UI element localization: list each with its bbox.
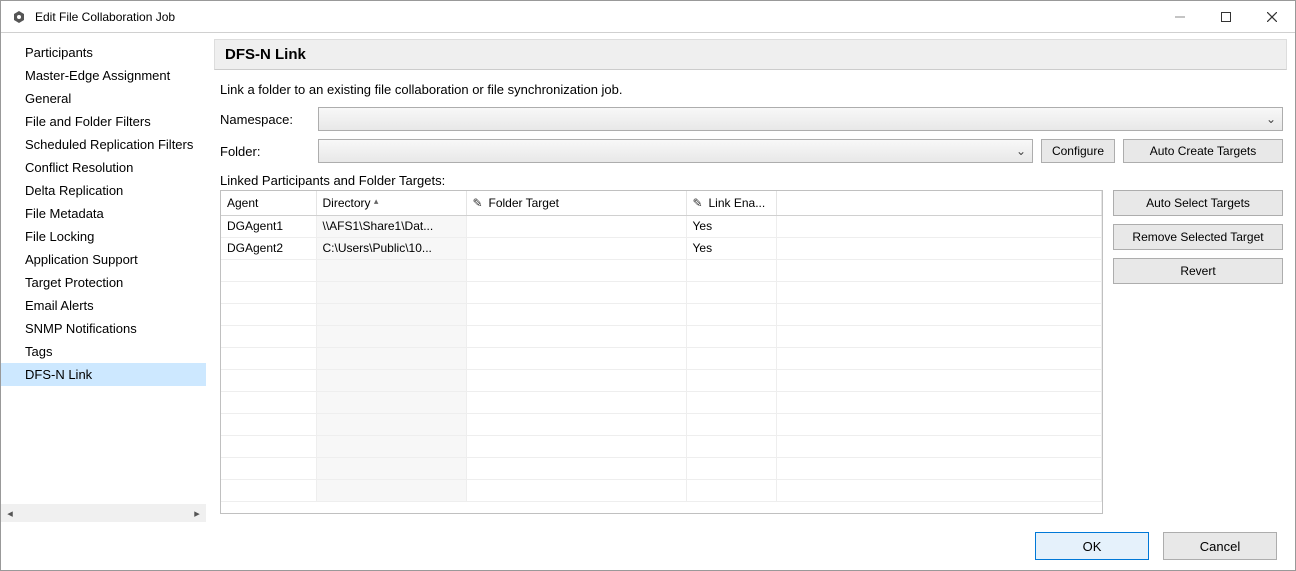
side-buttons: Auto Select Targets Remove Selected Targ… (1113, 190, 1283, 514)
sidebar-scrollbar[interactable]: ◂ ▸ (1, 504, 206, 522)
table-row-empty (221, 281, 1102, 303)
cancel-button[interactable]: Cancel (1163, 532, 1277, 560)
sidebar-item-snmp-notifications[interactable]: SNMP Notifications (1, 317, 206, 340)
auto-create-targets-button[interactable]: Auto Create Targets (1123, 139, 1283, 163)
sidebar-item-email-alerts[interactable]: Email Alerts (1, 294, 206, 317)
sidebar-item-dfs-n-link[interactable]: DFS-N Link (1, 363, 206, 386)
table-row-empty (221, 457, 1102, 479)
configure-button[interactable]: Configure (1041, 139, 1115, 163)
dialog-window: Edit File Collaboration Job Participants… (0, 0, 1296, 571)
close-button[interactable] (1249, 1, 1295, 32)
titlebar: Edit File Collaboration Job (1, 1, 1295, 33)
cell-agent: DGAgent2 (221, 237, 316, 259)
table-row-empty (221, 347, 1102, 369)
window-title: Edit File Collaboration Job (35, 10, 1157, 24)
linked-participants-label: Linked Participants and Folder Targets: (220, 173, 1283, 188)
cell-folder-target[interactable] (466, 237, 686, 259)
cell-link-enabled[interactable]: Yes (686, 237, 776, 259)
instruction-text: Link a folder to an existing file collab… (220, 82, 1283, 97)
table-row-empty (221, 259, 1102, 281)
cell-directory: C:\Users\Public\10... (316, 237, 466, 259)
dialog-footer: OK Cancel (1, 522, 1295, 570)
col-folder-target[interactable]: ✎Folder Target (466, 191, 686, 215)
pencil-icon: ✎ (473, 196, 485, 210)
col-agent[interactable]: Agent (221, 191, 316, 215)
auto-select-targets-button[interactable]: Auto Select Targets (1113, 190, 1283, 216)
table-row-empty (221, 435, 1102, 457)
window-controls (1157, 1, 1295, 32)
participants-table: Agent Directory ▴ ✎Folder Target ✎Link E… (220, 190, 1103, 514)
sidebar-item-file-locking[interactable]: File Locking (1, 225, 206, 248)
table-row-empty (221, 369, 1102, 391)
sidebar-item-application-support[interactable]: Application Support (1, 248, 206, 271)
col-blank (776, 191, 1102, 215)
table-row[interactable]: DGAgent2 C:\Users\Public\10... Yes (221, 237, 1102, 259)
table-row-empty (221, 479, 1102, 501)
sidebar-item-master-edge-assignment[interactable]: Master-Edge Assignment (1, 64, 206, 87)
page-title: DFS-N Link (225, 46, 1276, 63)
cell-directory: \\AFS1\Share1\Dat... (316, 215, 466, 237)
cell-folder-target[interactable] (466, 215, 686, 237)
namespace-label: Namespace: (220, 112, 310, 127)
scroll-left-icon[interactable]: ◂ (1, 507, 19, 520)
remove-selected-target-button[interactable]: Remove Selected Target (1113, 224, 1283, 250)
table-row-empty (221, 391, 1102, 413)
col-directory[interactable]: Directory ▴ (316, 191, 466, 215)
sidebar-item-conflict-resolution[interactable]: Conflict Resolution (1, 156, 206, 179)
ok-button[interactable]: OK (1035, 532, 1149, 560)
content-header: DFS-N Link (214, 39, 1287, 70)
pencil-icon: ✎ (693, 196, 705, 210)
sidebar: Participants Master-Edge Assignment Gene… (1, 33, 206, 522)
table-row-empty (221, 413, 1102, 435)
cell-blank (776, 215, 1102, 237)
minimize-button[interactable] (1157, 1, 1203, 32)
sidebar-item-target-protection[interactable]: Target Protection (1, 271, 206, 294)
table-row-empty (221, 303, 1102, 325)
sidebar-item-file-metadata[interactable]: File Metadata (1, 202, 206, 225)
revert-button[interactable]: Revert (1113, 258, 1283, 284)
nav-list: Participants Master-Edge Assignment Gene… (1, 33, 206, 504)
table-header-row: Agent Directory ▴ ✎Folder Target ✎Link E… (221, 191, 1102, 215)
folder-label: Folder: (220, 144, 310, 159)
sidebar-item-tags[interactable]: Tags (1, 340, 206, 363)
sidebar-item-general[interactable]: General (1, 87, 206, 110)
scroll-track[interactable] (19, 505, 188, 521)
sidebar-item-scheduled-replication-filters[interactable]: Scheduled Replication Filters (1, 133, 206, 156)
content-inner: Link a folder to an existing file collab… (206, 70, 1295, 522)
app-icon (11, 9, 27, 25)
chevron-down-icon: ⌄ (1262, 112, 1280, 126)
dialog-body: Participants Master-Edge Assignment Gene… (1, 33, 1295, 522)
table-row-empty (221, 325, 1102, 347)
sort-asc-icon: ▴ (374, 196, 379, 206)
chevron-down-icon: ⌄ (1012, 144, 1030, 158)
scroll-right-icon[interactable]: ▸ (188, 507, 206, 520)
cell-link-enabled[interactable]: Yes (686, 215, 776, 237)
sidebar-item-delta-replication[interactable]: Delta Replication (1, 179, 206, 202)
cell-blank (776, 237, 1102, 259)
folder-row: Folder: ⌄ Configure Auto Create Targets (220, 139, 1283, 163)
col-link-enabled[interactable]: ✎Link Ena... (686, 191, 776, 215)
maximize-button[interactable] (1203, 1, 1249, 32)
cell-agent: DGAgent1 (221, 215, 316, 237)
namespace-combo[interactable]: ⌄ (318, 107, 1283, 131)
folder-combo[interactable]: ⌄ (318, 139, 1033, 163)
table-row[interactable]: DGAgent1 \\AFS1\Share1\Dat... Yes (221, 215, 1102, 237)
namespace-row: Namespace: ⌄ (220, 107, 1283, 131)
sidebar-item-participants[interactable]: Participants (1, 41, 206, 64)
sidebar-item-file-folder-filters[interactable]: File and Folder Filters (1, 110, 206, 133)
content-pane: DFS-N Link Link a folder to an existing … (206, 33, 1295, 522)
table-area: Agent Directory ▴ ✎Folder Target ✎Link E… (220, 190, 1283, 514)
